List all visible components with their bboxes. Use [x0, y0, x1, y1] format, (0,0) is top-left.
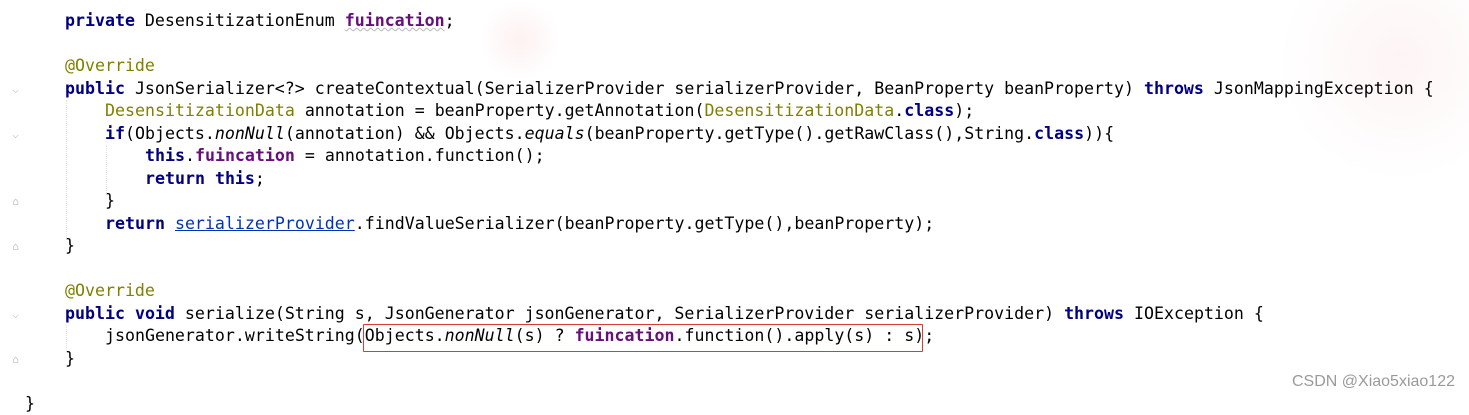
code-token: throws	[1144, 79, 1204, 98]
code-token: );	[954, 101, 974, 120]
code-token: ;	[255, 169, 265, 188]
code-token: DesensitizationEnum	[135, 11, 345, 30]
code-token: annotation = beanProperty.getAnnotation(	[295, 101, 705, 120]
code-token	[165, 214, 175, 233]
code-token: public	[65, 304, 125, 323]
code-token: )){	[1084, 124, 1114, 143]
code-line[interactable]: }	[25, 393, 35, 415]
code-token: this	[215, 169, 255, 188]
code-token: JsonMappingException {	[1204, 79, 1434, 98]
code-token: @Override	[65, 56, 155, 75]
code-line[interactable]: @Override	[65, 280, 155, 303]
code-token: = annotation.function();	[295, 146, 545, 165]
code-token: return	[145, 169, 205, 188]
code-token: @Override	[65, 281, 155, 300]
code-token: DesensitizationData	[105, 101, 295, 120]
code-line[interactable]: return serializerProvider.findValueSeria…	[105, 213, 934, 236]
code-token: .	[185, 146, 195, 165]
highlight-box	[363, 324, 923, 352]
code-token: (Objects.	[125, 124, 215, 143]
code-token: }	[25, 394, 35, 413]
code-line[interactable]: this.fuincation = annotation.function();	[145, 145, 545, 168]
fold-open-icon[interactable]: ⌵	[10, 309, 21, 321]
indent-guide	[106, 145, 107, 195]
code-token	[125, 304, 135, 323]
code-token: this	[145, 146, 185, 165]
code-token: .findValueSerializer(beanProperty.getTyp…	[355, 214, 934, 233]
code-token: if	[105, 124, 125, 143]
code-token: (annotation) && Objects.	[285, 124, 525, 143]
indent-guide	[66, 100, 67, 240]
code-line[interactable]: private DesensitizationEnum fuincation;	[65, 10, 455, 33]
code-token: ;	[445, 11, 455, 30]
fold-open-icon[interactable]: ⌵	[10, 129, 21, 141]
code-token: throws	[1064, 304, 1124, 323]
code-token: class	[904, 101, 954, 120]
code-token: (beanProperty.getType().getRawClass(),St…	[585, 124, 1035, 143]
code-token: nonNull	[215, 124, 285, 143]
code-token: return	[105, 214, 165, 233]
code-token: }	[105, 191, 115, 210]
code-token	[205, 169, 215, 188]
code-token: serializerProvider	[175, 214, 355, 233]
code-token: JsonSerializer<?> createContextual(Seria…	[125, 79, 1144, 98]
code-token: IOException {	[1124, 304, 1264, 323]
code-token: void	[135, 304, 175, 323]
code-token: }	[65, 236, 75, 255]
watermark: CSDN @Xiao5xiao122	[1292, 373, 1455, 391]
code-line[interactable]: }	[105, 190, 115, 213]
code-editor[interactable]: ⌵ ⌵ ⌂ ⌂ ⌵ ⌂ private DesensitizationEnum …	[0, 0, 1469, 400]
code-token: fuincation	[345, 11, 445, 30]
indent-guide	[66, 325, 67, 350]
code-token: .	[894, 101, 904, 120]
code-line[interactable]: }	[65, 348, 75, 371]
code-token: serialize(String s, JsonGenerator jsonGe…	[175, 304, 1064, 323]
code-line[interactable]: public void serialize(String s, JsonGene…	[65, 303, 1264, 326]
code-token: public	[65, 79, 125, 98]
code-line[interactable]: public JsonSerializer<?> createContextua…	[65, 78, 1434, 101]
code-token: }	[65, 349, 75, 368]
code-token: equals	[525, 124, 585, 143]
editor-gutter: ⌵ ⌵ ⌂ ⌂ ⌵ ⌂	[0, 0, 28, 400]
code-line[interactable]: @Override	[65, 55, 155, 78]
code-line[interactable]: return this;	[145, 168, 265, 191]
code-token: private	[65, 11, 135, 30]
fold-open-icon[interactable]: ⌵	[10, 84, 21, 96]
fold-close-icon[interactable]: ⌂	[10, 354, 21, 366]
code-line[interactable]: DesensitizationData annotation = beanPro…	[105, 100, 974, 123]
code-token: fuincation	[195, 146, 295, 165]
fold-close-icon[interactable]: ⌂	[10, 196, 21, 208]
code-token: DesensitizationData	[704, 101, 894, 120]
code-line[interactable]: }	[65, 235, 75, 258]
fold-close-icon[interactable]: ⌂	[10, 241, 21, 253]
code-token: class	[1034, 124, 1084, 143]
code-line[interactable]: if(Objects.nonNull(annotation) && Object…	[105, 123, 1114, 146]
